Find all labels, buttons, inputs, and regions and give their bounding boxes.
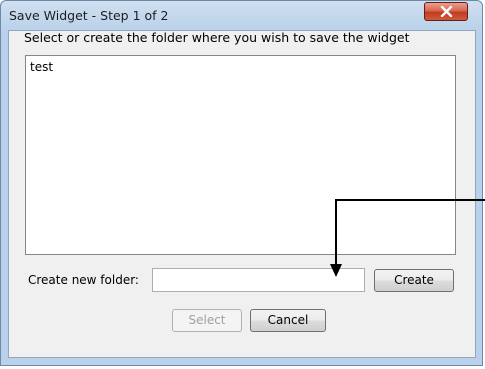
window-title: Save Widget - Step 1 of 2 bbox=[9, 8, 169, 23]
new-folder-label: Create new folder: bbox=[28, 273, 139, 287]
select-button[interactable]: Select bbox=[172, 309, 242, 332]
instruction-text: Select or create the folder where you wi… bbox=[24, 30, 410, 45]
create-button[interactable]: Create bbox=[374, 269, 454, 292]
close-icon bbox=[440, 6, 453, 17]
folder-list[interactable]: test bbox=[25, 55, 456, 255]
annotation-arrow-icon bbox=[330, 264, 342, 277]
close-button[interactable] bbox=[424, 2, 468, 21]
cancel-button[interactable]: Cancel bbox=[250, 309, 326, 332]
folder-list-item[interactable]: test bbox=[30, 60, 53, 74]
annotation-line-horizontal bbox=[336, 199, 485, 201]
title-bar[interactable]: Save Widget - Step 1 of 2 bbox=[1, 1, 482, 31]
annotation-line-vertical bbox=[335, 199, 337, 268]
